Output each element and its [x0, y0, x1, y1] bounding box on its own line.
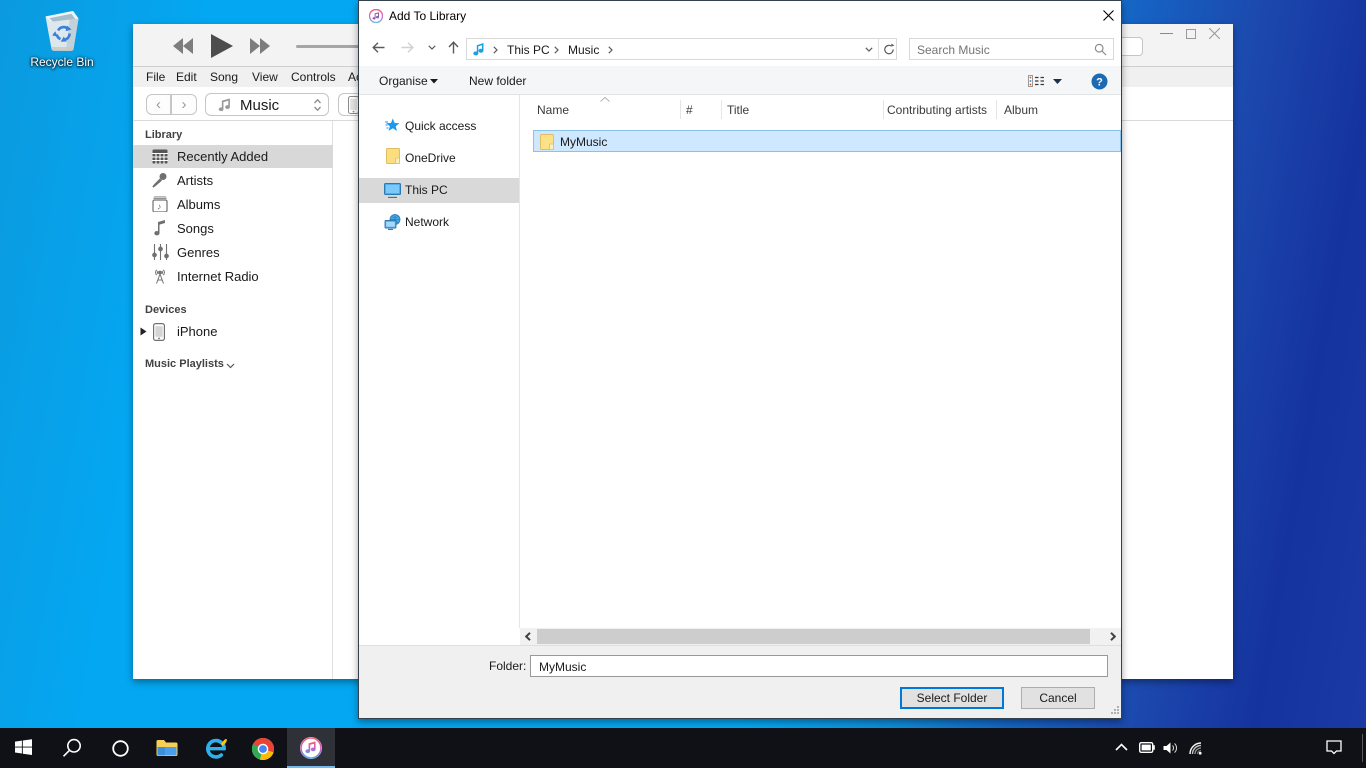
svg-text:♪: ♪: [157, 202, 162, 212]
svg-text:?: ?: [1096, 77, 1103, 89]
